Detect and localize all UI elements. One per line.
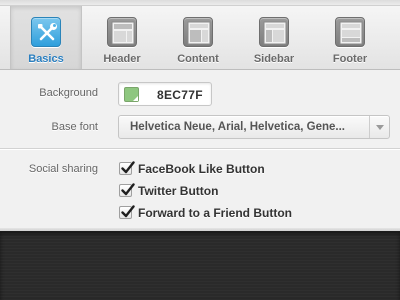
twitter-checkbox[interactable] [119, 183, 135, 197]
section-divider [0, 148, 400, 150]
background-label: Background [39, 87, 98, 99]
checkmark-icon [121, 205, 135, 218]
checkmark-icon [121, 183, 135, 196]
tab-sidebar[interactable]: Sidebar [238, 6, 310, 69]
tab-label: Basics [28, 53, 64, 65]
chevron-down-icon [376, 125, 384, 130]
tab-label: Header [103, 53, 141, 65]
tab-label: Content [177, 53, 219, 65]
layout-footer-icon [335, 17, 365, 47]
select-dropdown-button[interactable] [369, 116, 389, 138]
tab-label: Sidebar [253, 53, 295, 65]
tab-content[interactable]: Content [162, 6, 234, 69]
settings-toolbar: Basics Header Content Sidebar Footer [0, 0, 400, 70]
wrench-screwdriver-icon [31, 17, 61, 47]
twitter-label: Twitter Button [138, 184, 219, 198]
background-color-value: 8EC77F [157, 88, 203, 102]
facebook-like-label: FaceBook Like Button [138, 162, 265, 176]
tab-basics[interactable]: Basics [10, 6, 82, 69]
tab-label: Footer [332, 53, 368, 65]
swatch-corner-icon [133, 96, 138, 101]
layout-sidebar-icon [259, 17, 289, 47]
layout-content-icon [183, 17, 213, 47]
background-color-picker[interactable]: 8EC77F [118, 82, 212, 106]
social-sharing-label: Social sharing [28, 163, 98, 175]
color-swatch[interactable] [124, 87, 139, 102]
base-font-label: Base font [51, 121, 98, 133]
tab-header[interactable]: Header [86, 6, 158, 69]
base-font-select[interactable]: Helvetica Neue, Arial, Helvetica, Gene..… [118, 115, 390, 139]
checkmark-icon [121, 161, 135, 174]
facebook-like-checkbox[interactable] [119, 161, 135, 175]
page-background-dark [0, 231, 400, 300]
layout-header-icon [107, 17, 137, 47]
forward-to-friend-checkbox[interactable] [119, 205, 135, 219]
tab-footer[interactable]: Footer [314, 6, 386, 69]
base-font-value: Helvetica Neue, Arial, Helvetica, Gene..… [130, 121, 345, 133]
forward-to-friend-label: Forward to a Friend Button [138, 206, 292, 220]
